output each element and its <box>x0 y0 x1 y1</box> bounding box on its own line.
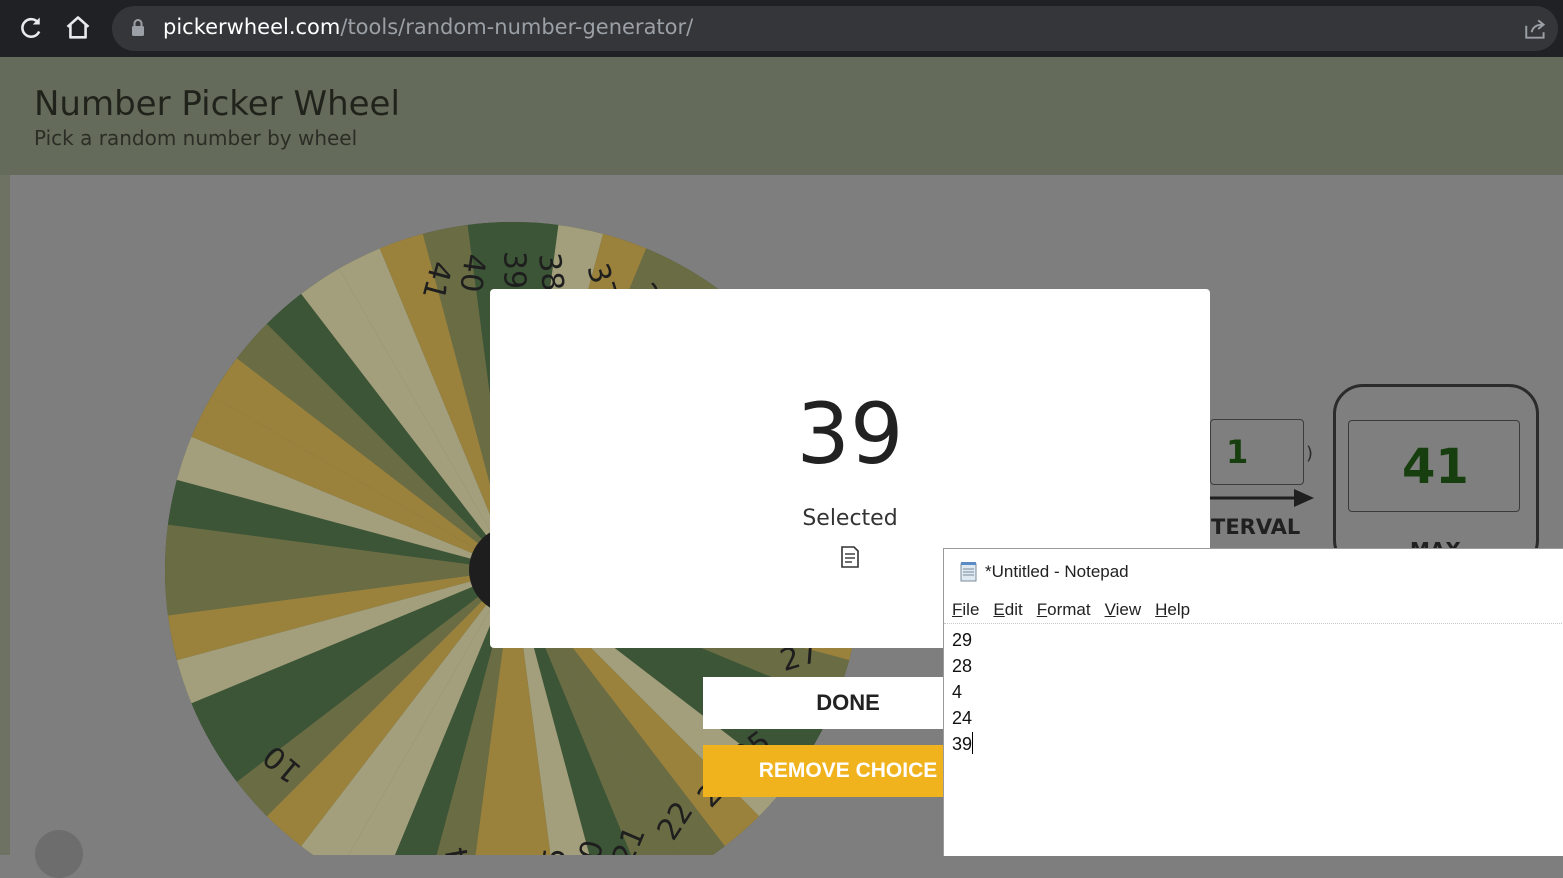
notepad-menu-format[interactable]: Format <box>1037 600 1091 620</box>
result-number: 39 <box>796 385 904 483</box>
copy-list-icon[interactable] <box>840 545 860 573</box>
notepad-menubar: File Edit Format View Help <box>952 600 1204 620</box>
notepad-line: 29 <box>952 630 973 650</box>
interval-input[interactable] <box>1210 419 1304 485</box>
wheel-label: 38 <box>531 251 570 293</box>
max-value: 41 <box>1402 439 1469 495</box>
result-label: Selected <box>802 506 898 531</box>
notepad-line: 28 <box>952 656 973 676</box>
notepad-line: 24 <box>952 708 973 728</box>
notepad-text-area[interactable]: 29 28 4 24 39 <box>952 627 974 757</box>
wheel-label: 39 <box>497 251 532 289</box>
text-caret <box>972 732 974 754</box>
notepad-menu-help[interactable]: Help <box>1155 600 1190 620</box>
interval-paren: ) <box>1306 443 1314 464</box>
notepad-window: *Untitled - Notepad File Edit Format View He… <box>943 548 1563 856</box>
interval-label: TERVAL <box>1211 515 1301 539</box>
interval-value: 1 <box>1226 433 1249 471</box>
notepad-menu-edit[interactable]: Edit <box>993 600 1022 620</box>
notepad-line: 4 <box>952 682 963 702</box>
wheel-label: 40 <box>452 252 492 295</box>
notepad-menu-view[interactable]: View <box>1105 600 1142 620</box>
notepad-icon <box>958 561 980 587</box>
notepad-line: 39 <box>952 732 974 754</box>
notepad-menu-file[interactable]: File <box>952 600 979 620</box>
notepad-divider <box>944 623 1563 624</box>
sound-button[interactable] <box>35 830 83 878</box>
notepad-title: *Untitled - Notepad <box>985 562 1129 581</box>
interval-arrow-icon <box>1210 489 1314 507</box>
